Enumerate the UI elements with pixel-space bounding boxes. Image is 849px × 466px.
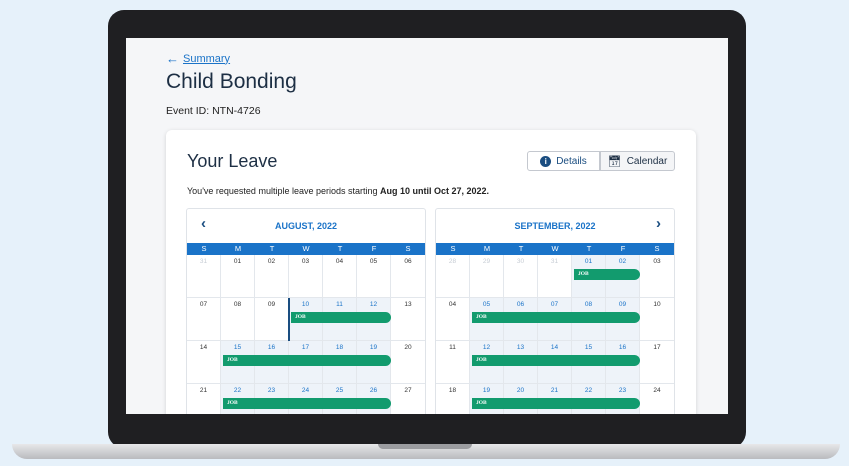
weekday: T: [269, 244, 275, 253]
leave-bar[interactable]: JOB: [291, 312, 391, 323]
day-cell[interactable]: 17: [640, 341, 674, 384]
weekday: T: [337, 244, 343, 253]
day-cell[interactable]: 31: [538, 255, 572, 298]
calendar-month-september: SEPTEMBER, 2022 › S M T W T F S 28 29 30 31…: [435, 208, 675, 414]
weekday: S: [201, 244, 207, 253]
leave-bar[interactable]: JOB: [472, 398, 640, 409]
day-cell[interactable]: 11: [436, 341, 470, 384]
day-cell[interactable]: 09: [255, 298, 289, 341]
calendar-icon: 📅︎: [607, 155, 622, 168]
info-icon: i: [540, 155, 552, 167]
weekday: S: [654, 244, 660, 253]
day-cell[interactable]: 20: [391, 341, 425, 384]
day-cell[interactable]: 14: [187, 341, 221, 384]
calendar-button[interactable]: 📅︎ Calendar: [600, 151, 675, 171]
day-cell[interactable]: 07: [187, 298, 221, 341]
day-cell[interactable]: 24: [640, 384, 674, 414]
laptop-notch: [378, 444, 472, 449]
leave-bar[interactable]: JOB: [223, 398, 391, 409]
weekday: F: [620, 244, 626, 253]
day-cell[interactable]: 08: [221, 298, 255, 341]
card-title: Your Leave: [187, 151, 278, 171]
day-grid: 31 01 02 03 04 05 06 07 08 09 10 11 12 13 14 15 16 17 18 19…: [187, 255, 425, 414]
month-header: SEPTEMBER, 2022 ›: [436, 209, 674, 243]
day-cell[interactable]: 10: [640, 298, 674, 341]
leave-card: Your Leave i Details 📅︎ Calendar You've …: [166, 130, 696, 414]
weekday: F: [371, 244, 377, 253]
weekday: M: [234, 244, 242, 253]
chevron-right-icon[interactable]: ›: [656, 215, 661, 232]
leave-summary: You've requested multiple leave periods …: [187, 186, 489, 196]
calendar-label: Calendar: [626, 155, 668, 167]
calendar-month-august: ‹ AUGUST, 2022 S M T W T F S 31 01 02 03 04 0…: [186, 208, 426, 414]
weekday: T: [518, 244, 524, 253]
leave-bar[interactable]: JOB: [223, 355, 391, 366]
day-cell[interactable]: 27: [391, 384, 425, 414]
weekday-header: S M T W T F S: [187, 243, 425, 255]
day-cell[interactable]: 06: [391, 255, 425, 298]
day-cell[interactable]: 30: [504, 255, 538, 298]
month-header: ‹ AUGUST, 2022: [187, 209, 425, 243]
day-cell[interactable]: 04: [436, 298, 470, 341]
day-cell[interactable]: 18: [436, 384, 470, 414]
day-cell[interactable]: 05: [357, 255, 391, 298]
weekday-header: S M T W T F S: [436, 243, 674, 255]
day-cell[interactable]: 04: [323, 255, 357, 298]
weekday: M: [483, 244, 491, 253]
summary-dates: Aug 10 until Oct 27, 2022.: [380, 186, 490, 196]
weekday: S: [450, 244, 456, 253]
page-title: Child Bonding: [166, 70, 297, 93]
weekday: S: [405, 244, 411, 253]
details-label: Details: [556, 155, 587, 167]
weekday: W: [551, 244, 559, 253]
weekday: W: [302, 244, 310, 253]
back-link[interactable]: ← Summary: [166, 52, 230, 65]
day-cell[interactable]: 03: [640, 255, 674, 298]
weekday: T: [586, 244, 592, 253]
event-id: Event ID: NTN-4726: [166, 105, 261, 117]
day-cell[interactable]: 13: [391, 298, 425, 341]
leave-start-marker: [288, 298, 290, 341]
day-cell[interactable]: 28: [436, 255, 470, 298]
day-cell[interactable]: 29: [470, 255, 504, 298]
day-cell[interactable]: 01: [221, 255, 255, 298]
leave-bar[interactable]: JOB: [472, 312, 640, 323]
details-button[interactable]: i Details: [527, 151, 600, 171]
arrow-left-icon: ←: [166, 51, 179, 66]
leave-bar[interactable]: JOB: [574, 269, 640, 280]
leave-bar[interactable]: JOB: [472, 355, 640, 366]
day-cell[interactable]: 02: [255, 255, 289, 298]
day-grid: 28 29 30 31 01 02 03 04 05 06 07 08 09 10 11 12 13 14 15 16…: [436, 255, 674, 414]
back-link-label[interactable]: Summary: [183, 53, 230, 65]
month-title: AUGUST, 2022: [274, 221, 338, 231]
day-cell[interactable]: 31: [187, 255, 221, 298]
month-title: SEPTEMBER, 2022: [514, 221, 596, 231]
day-cell[interactable]: 21: [187, 384, 221, 414]
summary-text: You've requested multiple leave periods …: [187, 186, 381, 196]
day-cell[interactable]: 03: [289, 255, 323, 298]
laptop-screen: ← Summary Child Bonding Event ID: NTN-47…: [126, 38, 728, 414]
